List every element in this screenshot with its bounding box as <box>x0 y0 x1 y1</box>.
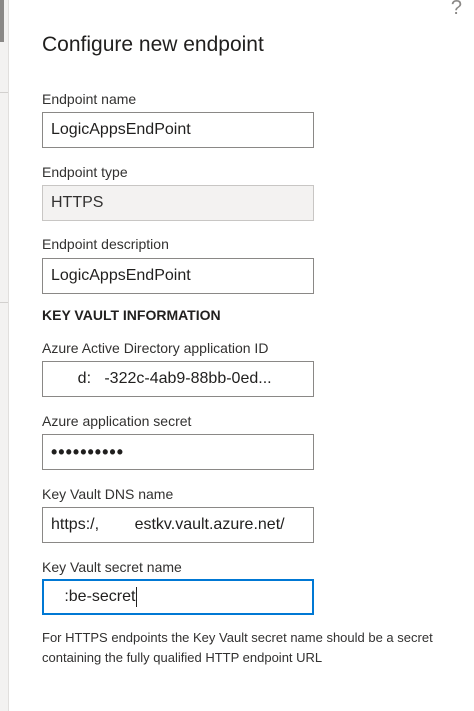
background-accent <box>0 0 4 42</box>
question-icon[interactable]: ? <box>451 0 462 18</box>
aad-application-id-field[interactable]: d: -322c-4ab9-88bb-0ed... <box>42 361 314 397</box>
secret-name-hint: For HTTPS endpoints the Key Vault secret… <box>42 630 433 665</box>
endpoint-description-label: Endpoint description <box>42 236 169 252</box>
endpoint-description-field[interactable]: LogicAppsEndPoint <box>42 258 314 294</box>
endpoint-name-label: Endpoint name <box>42 91 137 107</box>
endpoint-type-label: Endpoint type <box>42 164 128 180</box>
key-vault-secret-name-field[interactable]: :be-secret <box>42 579 314 615</box>
background-panel-strip <box>0 0 9 711</box>
endpoint-name-field[interactable]: LogicAppsEndPoint <box>42 112 314 148</box>
panel-title: Configure new endpoint <box>42 33 264 56</box>
secret-name-value: :be-secret <box>51 588 136 605</box>
key-vault-section-heading: KEY VAULT INFORMATION <box>42 307 221 323</box>
background-divider <box>0 302 8 303</box>
text-cursor <box>136 586 138 607</box>
endpoint-type-field: HTTPS <box>42 185 314 221</box>
aad-application-id-label: Azure Active Directory application ID <box>42 340 269 356</box>
application-secret-field[interactable]: •••••••••• <box>42 434 314 470</box>
key-vault-dns-name-field[interactable]: https:/, estkv.vault.azure.net/ <box>42 507 314 543</box>
application-secret-label: Azure application secret <box>42 413 192 429</box>
background-divider <box>0 92 8 93</box>
key-vault-dns-name-label: Key Vault DNS name <box>42 486 174 502</box>
key-vault-secret-name-label: Key Vault secret name <box>42 559 182 575</box>
